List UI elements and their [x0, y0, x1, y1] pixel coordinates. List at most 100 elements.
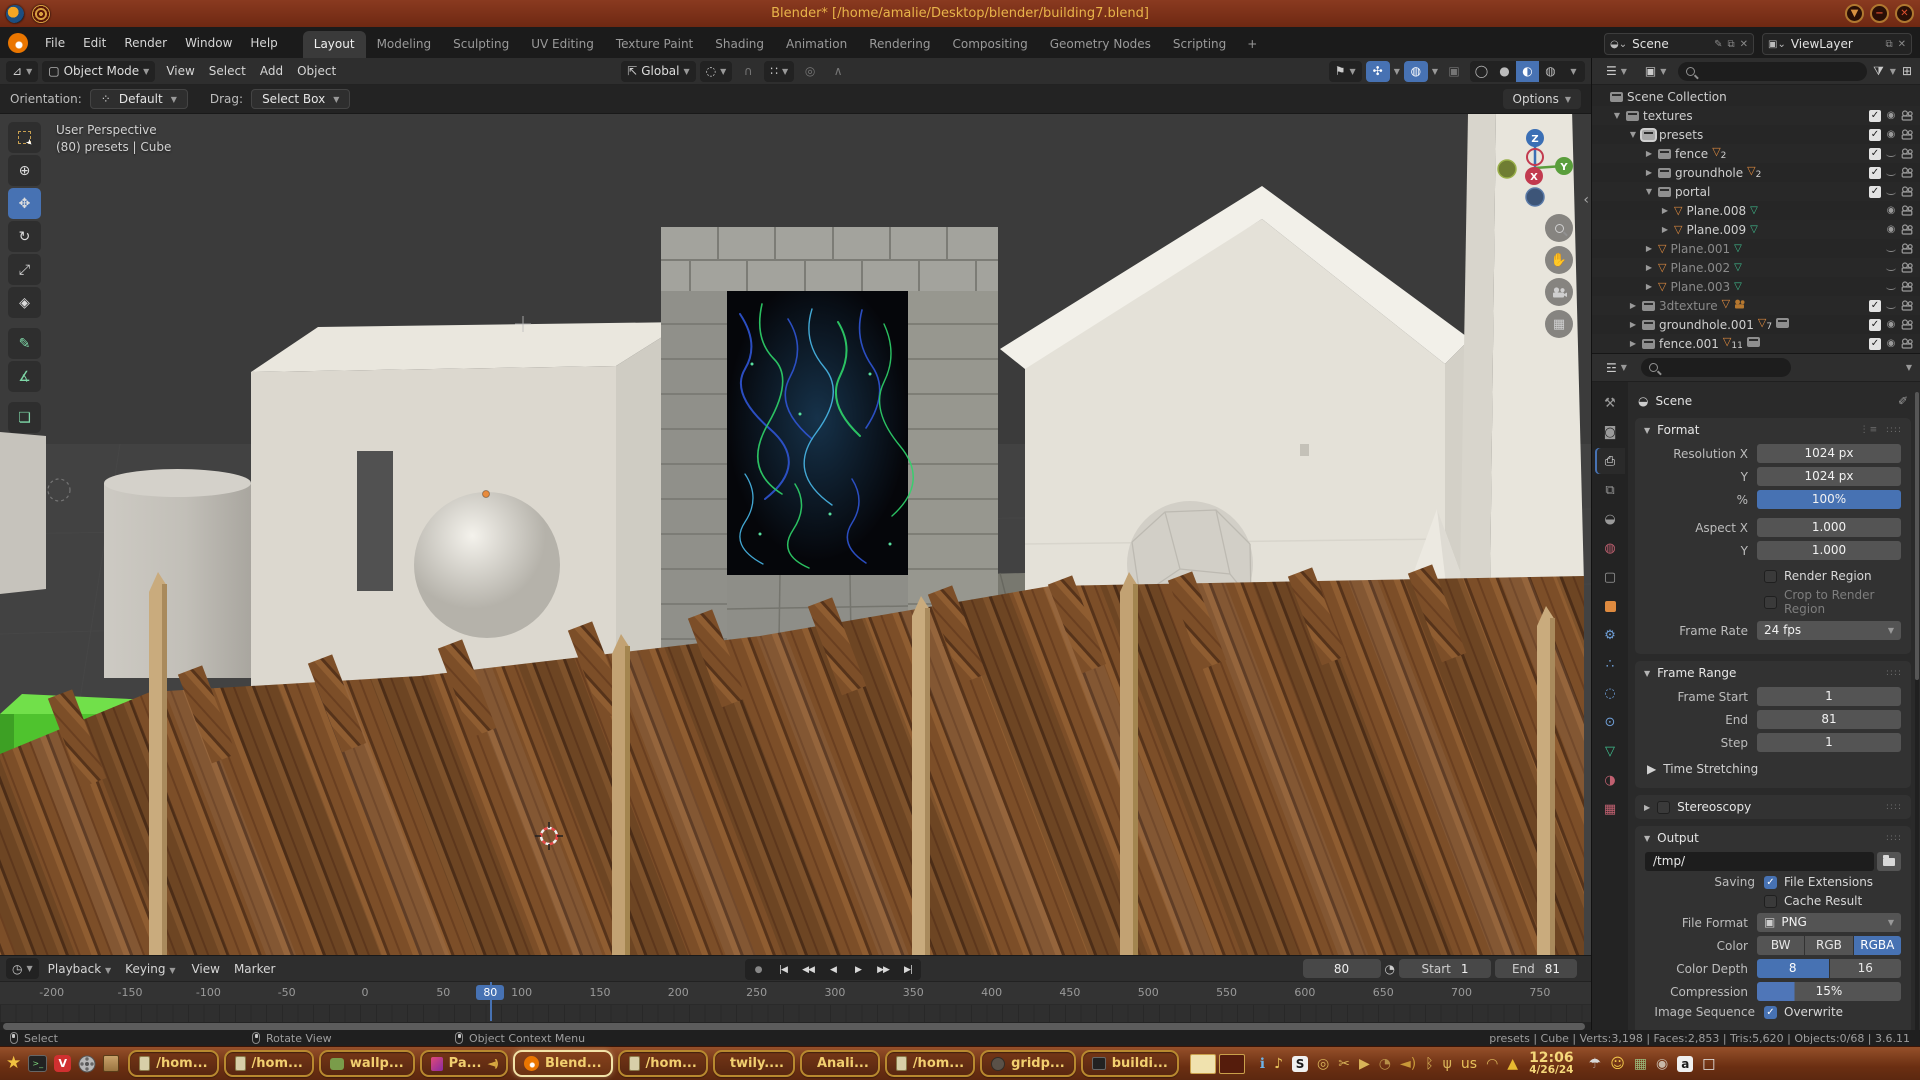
outliner-row[interactable]: ▽ textures ▽ ▽ — [1592, 106, 1920, 125]
hide-in-viewport-toggle[interactable] — [1885, 265, 1897, 271]
play-button[interactable]: ▶ — [846, 960, 870, 979]
tray-icon[interactable]: ♪ — [1274, 1057, 1283, 1071]
render-region-checkbox[interactable] — [1764, 570, 1777, 583]
tab-constraints[interactable]: ⊙ — [1595, 709, 1625, 735]
unlink-scene-icon[interactable]: ✕ — [1740, 39, 1748, 50]
outliner-item-label[interactable]: fence — [1675, 147, 1708, 161]
hide-in-viewport-toggle[interactable] — [1885, 205, 1897, 216]
favorites-star-icon[interactable]: ★ — [6, 1055, 21, 1072]
pin-icon[interactable]: ✎ — [1714, 39, 1722, 50]
expand-arrow-icon[interactable] — [1660, 225, 1670, 234]
tool-transform[interactable]: ◈ — [8, 287, 41, 318]
tray-icon[interactable]: ☺ — [1610, 1057, 1625, 1071]
shading-solid-button[interactable]: ● — [1493, 61, 1516, 82]
timeline-menu-dropdown[interactable]: Keying ▼ — [118, 959, 182, 979]
zoom-view-button[interactable] — [1545, 214, 1573, 242]
frame-start-field[interactable]: 1 — [1757, 687, 1901, 706]
disable-in-renders-toggle[interactable] — [1901, 262, 1914, 273]
hide-in-viewport-toggle[interactable] — [1885, 189, 1897, 195]
color-rgba-button[interactable]: RGBA — [1854, 936, 1901, 955]
workspace-tab[interactable]: Shading — [704, 31, 775, 58]
disable-in-renders-toggle[interactable] — [1901, 300, 1914, 311]
properties-search-input[interactable] — [1641, 358, 1791, 377]
color-bw-button[interactable]: BW — [1757, 936, 1804, 955]
taskbar-window-button[interactable]: Blend... ◄) — [513, 1050, 613, 1077]
media-player-launcher-icon[interactable] — [78, 1055, 96, 1073]
hide-in-viewport-toggle[interactable] — [1885, 338, 1897, 349]
next-keyframe-button[interactable]: ▶▶ — [871, 960, 895, 979]
scene-breadcrumb[interactable]: Scene — [1655, 394, 1692, 408]
prev-keyframe-button[interactable]: ◀◀ — [796, 960, 820, 979]
tray-icon[interactable]: ☂ — [1589, 1057, 1602, 1071]
hide-in-viewport-toggle[interactable] — [1885, 170, 1897, 176]
expand-arrow-icon[interactable] — [1612, 111, 1622, 120]
outliner-row[interactable]: ▽ ▽ Plane.001 ▽ ▽ — [1592, 239, 1920, 258]
tray-icon[interactable]: S — [1292, 1056, 1308, 1072]
resolution-percentage-slider[interactable]: 100% — [1757, 490, 1901, 509]
depth-8-button[interactable]: 8 — [1757, 959, 1829, 978]
disable-in-renders-toggle[interactable] — [1901, 338, 1914, 349]
topbar-menu[interactable]: Window — [176, 31, 241, 58]
tab-world[interactable]: ◍ — [1595, 535, 1625, 561]
format-panel-header[interactable]: ▼Format ⋮≡ :::: — [1635, 418, 1911, 442]
tool-rotate[interactable]: ↻ — [8, 221, 41, 252]
workspace-1[interactable] — [1190, 1054, 1216, 1074]
outliner-item-label[interactable]: Plane.002 — [1670, 261, 1730, 275]
show-overlays-toggle[interactable]: ◍ — [1404, 61, 1428, 82]
toggle-perspective-button[interactable]: ▦ — [1545, 310, 1573, 338]
new-scene-icon[interactable]: ⧉ — [1727, 39, 1734, 50]
timeline-menu-dropdown[interactable]: Playback ▼ — [41, 959, 119, 979]
taskbar-window-button[interactable]: /hom... ◄) — [128, 1050, 218, 1077]
tray-icon[interactable]: a — [1677, 1056, 1693, 1072]
timeline-menu[interactable]: View — [184, 959, 226, 979]
exclude-checkbox[interactable] — [1869, 319, 1881, 331]
outliner-filter-icon[interactable]: ⧩ — [1873, 64, 1884, 79]
outliner-row[interactable]: ▽ fence.001 ▽11 ▽ — [1592, 334, 1920, 353]
options-dropdown[interactable]: Options▼ — [1503, 89, 1581, 109]
tab-material[interactable]: ◑ — [1595, 767, 1625, 793]
hide-in-viewport-toggle[interactable] — [1885, 129, 1897, 140]
frame-range-panel-header[interactable]: ▼Frame Range:::: — [1635, 661, 1911, 685]
outliner-item-label[interactable]: groundhole.001 — [1659, 318, 1754, 332]
taskbar-window-button[interactable]: twily.... ◄) — [713, 1050, 795, 1077]
terminal-launcher-icon[interactable]: >_ — [28, 1055, 47, 1072]
outliner-row[interactable]: ▽ ▽ Plane.009 ▽ ▽ — [1592, 220, 1920, 239]
resolution-x-field[interactable]: 1024 px — [1757, 444, 1901, 463]
workspace-tab[interactable]: Layout — [303, 31, 366, 58]
color-rgb-button[interactable]: RGB — [1805, 936, 1852, 955]
taskbar-window-button[interactable]: wallp... ◄) — [319, 1050, 415, 1077]
shading-dropdown[interactable]: ▼ — [1562, 61, 1585, 82]
expand-arrow-icon[interactable] — [1660, 206, 1670, 215]
navigation-gizmo[interactable]: Z Y X — [1493, 126, 1577, 210]
viewport-menu[interactable]: Object — [290, 61, 343, 81]
compression-slider[interactable]: 15% — [1757, 982, 1901, 1001]
tray-icon[interactable]: ℹ — [1260, 1057, 1265, 1071]
tray-icon[interactable]: ▦ — [1634, 1057, 1647, 1071]
outliner-row[interactable]: ▽ presets ▽ ▽ — [1592, 125, 1920, 144]
disable-in-renders-toggle[interactable] — [1901, 205, 1914, 216]
workspace-tab[interactable]: Animation — [775, 31, 858, 58]
expand-arrow-icon[interactable] — [1644, 263, 1654, 272]
outliner-row[interactable]: ▽ fence ▽2 ▽ — [1592, 144, 1920, 163]
tray-icon[interactable]: us — [1461, 1057, 1477, 1071]
tray-icon[interactable]: ◄) — [1400, 1057, 1416, 1071]
hide-in-viewport-toggle[interactable] — [1885, 319, 1897, 330]
close-button[interactable]: ✕ — [1895, 4, 1914, 23]
transform-orientation-dropdown[interactable]: ⇱Global▼ — [621, 61, 696, 82]
disable-in-renders-toggle[interactable] — [1901, 148, 1914, 159]
frame-end-field[interactable]: 81 — [1757, 710, 1901, 729]
taskbar-window-button[interactable]: /hom... ◄) — [885, 1050, 975, 1077]
file-extensions-checkbox[interactable] — [1764, 876, 1777, 889]
tool-scale[interactable]: ⤢ — [8, 254, 41, 285]
disable-in-renders-toggle[interactable] — [1901, 167, 1914, 178]
properties-scrollbar[interactable] — [1915, 392, 1919, 1031]
expand-arrow-icon[interactable] — [1644, 168, 1654, 177]
expand-arrow-icon[interactable] — [1628, 339, 1638, 348]
disable-in-renders-toggle[interactable] — [1901, 224, 1914, 235]
taskbar-window-button[interactable]: gridp... ◄) — [980, 1050, 1076, 1077]
snap-to-dropdown[interactable]: ∷▼ — [764, 61, 794, 82]
exclude-checkbox[interactable] — [1869, 148, 1881, 160]
workspace-tab[interactable]: Sculpting — [442, 31, 520, 58]
timeline-ruler[interactable]: -200-150-100-500501001502002503003504004… — [0, 982, 1591, 1005]
xray-toggle[interactable]: ▣ — [1442, 61, 1466, 82]
